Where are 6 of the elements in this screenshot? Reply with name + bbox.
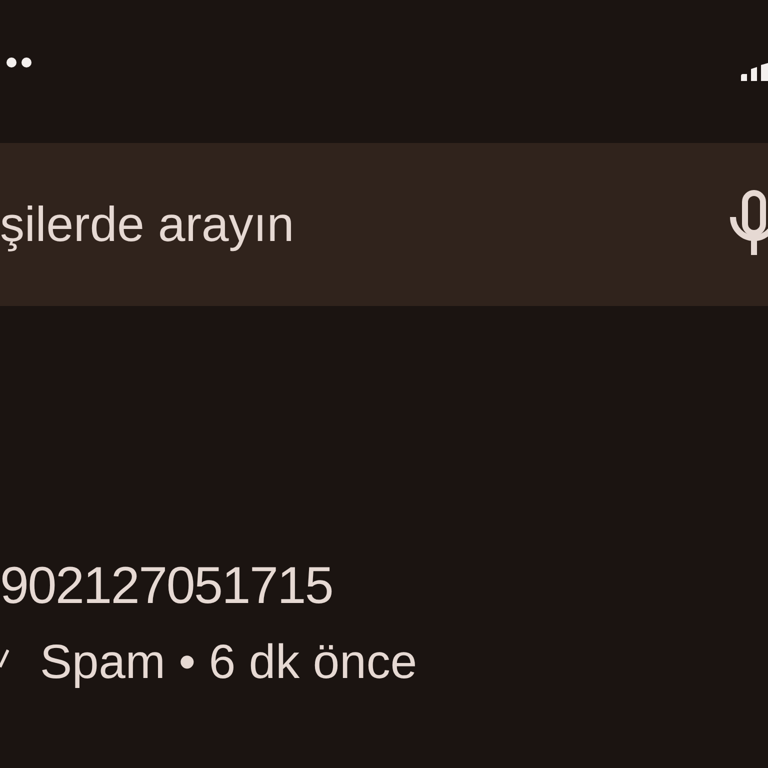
call-details: Spam • 6 dk önce (40, 639, 418, 687)
search-field[interactable]: şilerde arayın (0, 143, 768, 306)
microphone-icon[interactable] (730, 190, 768, 256)
signal-icon (740, 63, 768, 82)
dots-icon (6, 57, 32, 68)
phone-number: 902127051715 (0, 560, 334, 612)
